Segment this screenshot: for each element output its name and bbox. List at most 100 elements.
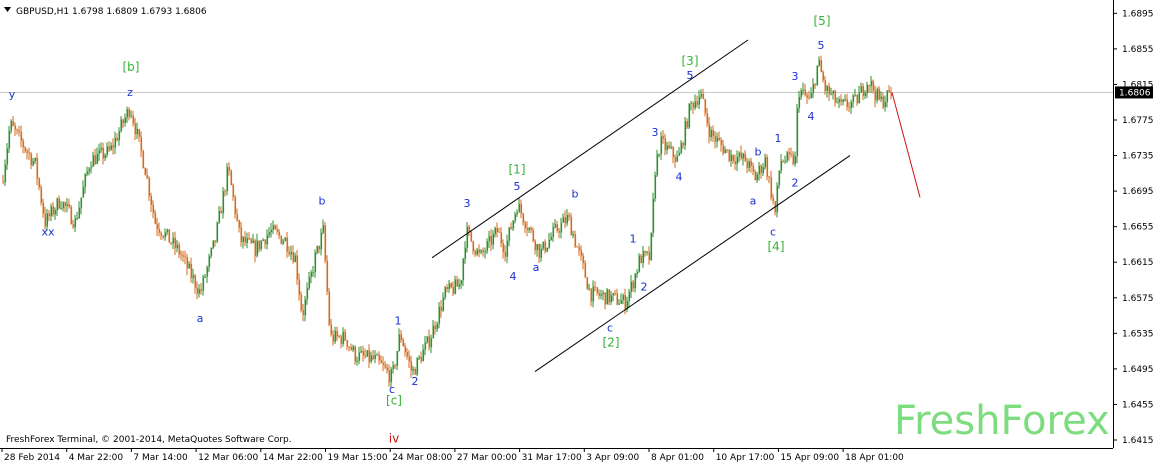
wave-label: 1 <box>395 314 402 327</box>
candle-body <box>820 60 823 73</box>
candle-body <box>360 351 363 353</box>
candle-body <box>866 84 869 94</box>
y-tick-label: 1.6735 <box>1122 152 1154 162</box>
candle-body <box>872 80 875 91</box>
candle-body <box>450 283 453 288</box>
candle-body <box>102 147 105 159</box>
candle-body <box>628 291 631 302</box>
candle-body <box>584 263 587 278</box>
candle-body <box>202 276 205 291</box>
candle-body <box>512 220 515 229</box>
x-tick-label: 12 Mar 06:00 <box>198 453 258 463</box>
candle-body <box>636 271 639 274</box>
candle-body <box>12 120 15 126</box>
candle-body <box>736 156 739 165</box>
candle-body <box>4 164 7 183</box>
candle-body <box>68 204 71 207</box>
candle-body <box>132 115 135 124</box>
candle-body <box>272 225 275 230</box>
candle-body <box>564 217 567 224</box>
candle-body <box>478 249 481 253</box>
candle-body <box>852 95 855 102</box>
candle-body <box>712 130 715 137</box>
candle-body <box>500 232 503 244</box>
candle-body <box>210 248 213 257</box>
candle-body <box>226 167 229 192</box>
candle-body <box>644 251 647 253</box>
candle-body <box>340 336 343 344</box>
candle-body <box>400 334 403 340</box>
candle-body <box>576 246 579 248</box>
candle-body <box>692 103 695 109</box>
candle-body <box>224 191 227 193</box>
y-tick-label: 1.6895 <box>1122 9 1154 19</box>
candle-body <box>276 229 279 232</box>
candle-body <box>424 342 427 350</box>
candle-body <box>294 255 297 263</box>
candle-body <box>546 247 549 252</box>
candle-body <box>672 146 675 158</box>
candle-body <box>308 276 311 289</box>
candle-body <box>844 99 847 101</box>
candle-body <box>490 236 493 245</box>
candle-body <box>216 222 219 242</box>
candle-body <box>510 227 513 229</box>
wave-label: [3] <box>682 54 699 68</box>
candle-body <box>696 101 699 105</box>
candle-body <box>66 204 69 206</box>
x-tick-label: 31 Mar 17:00 <box>522 453 582 463</box>
candle-body <box>40 187 43 203</box>
candle-body <box>578 247 581 251</box>
candle-body <box>8 130 11 149</box>
candle-body <box>220 210 223 214</box>
candle-body <box>862 86 865 96</box>
candle-body <box>370 355 373 362</box>
candle-body <box>884 102 887 108</box>
candle-body <box>854 94 857 96</box>
candle-body <box>690 103 693 104</box>
candle-body <box>496 227 499 233</box>
wave-label: iv <box>389 432 399 446</box>
candle-body <box>10 120 13 131</box>
wave-label: 5 <box>818 39 825 52</box>
candle-body <box>826 86 829 92</box>
candle-body <box>658 154 661 156</box>
candle-body <box>54 210 57 215</box>
candle-body <box>436 323 439 330</box>
wave-label: c <box>770 226 776 239</box>
candle-body <box>764 157 767 168</box>
y-tick-label: 1.6535 <box>1122 329 1154 339</box>
y-tick-label: 1.6855 <box>1122 45 1154 55</box>
candle-body <box>460 280 463 285</box>
candle-body <box>290 252 293 255</box>
candle-body <box>498 232 501 233</box>
candle-body <box>506 240 509 257</box>
candle-body <box>418 356 421 359</box>
candle-body <box>662 136 665 139</box>
candle-body <box>62 202 65 209</box>
candle-body <box>754 171 757 181</box>
candle-body <box>336 330 339 337</box>
candle-body <box>238 220 241 228</box>
candle-body <box>766 157 769 177</box>
candle-body <box>322 225 325 233</box>
candle-body <box>438 306 441 324</box>
candle-body <box>582 255 585 264</box>
candle-body <box>452 287 455 294</box>
candle-body <box>448 283 451 289</box>
candle-body <box>156 223 159 230</box>
candle-body <box>426 336 429 343</box>
candle-body <box>558 230 561 233</box>
candle-body <box>20 132 23 141</box>
candle-body <box>106 146 109 155</box>
candle-body <box>876 88 879 101</box>
chart-window: y xx [b] z a b 1 2 c [c] iv 3 4 [1] 5 a b c [2] 1 2 3 4 [3] 5 1 b a… <box>0 0 1154 464</box>
candle-body <box>150 196 153 205</box>
candle-body <box>318 245 321 250</box>
candle-body <box>170 242 173 244</box>
candle-body <box>554 224 557 228</box>
candle-body <box>468 226 471 232</box>
candle-body <box>566 215 569 224</box>
candle-body <box>52 206 55 215</box>
copyright-text: FreshForex Terminal, © 2001-2014, MetaQu… <box>6 435 292 445</box>
